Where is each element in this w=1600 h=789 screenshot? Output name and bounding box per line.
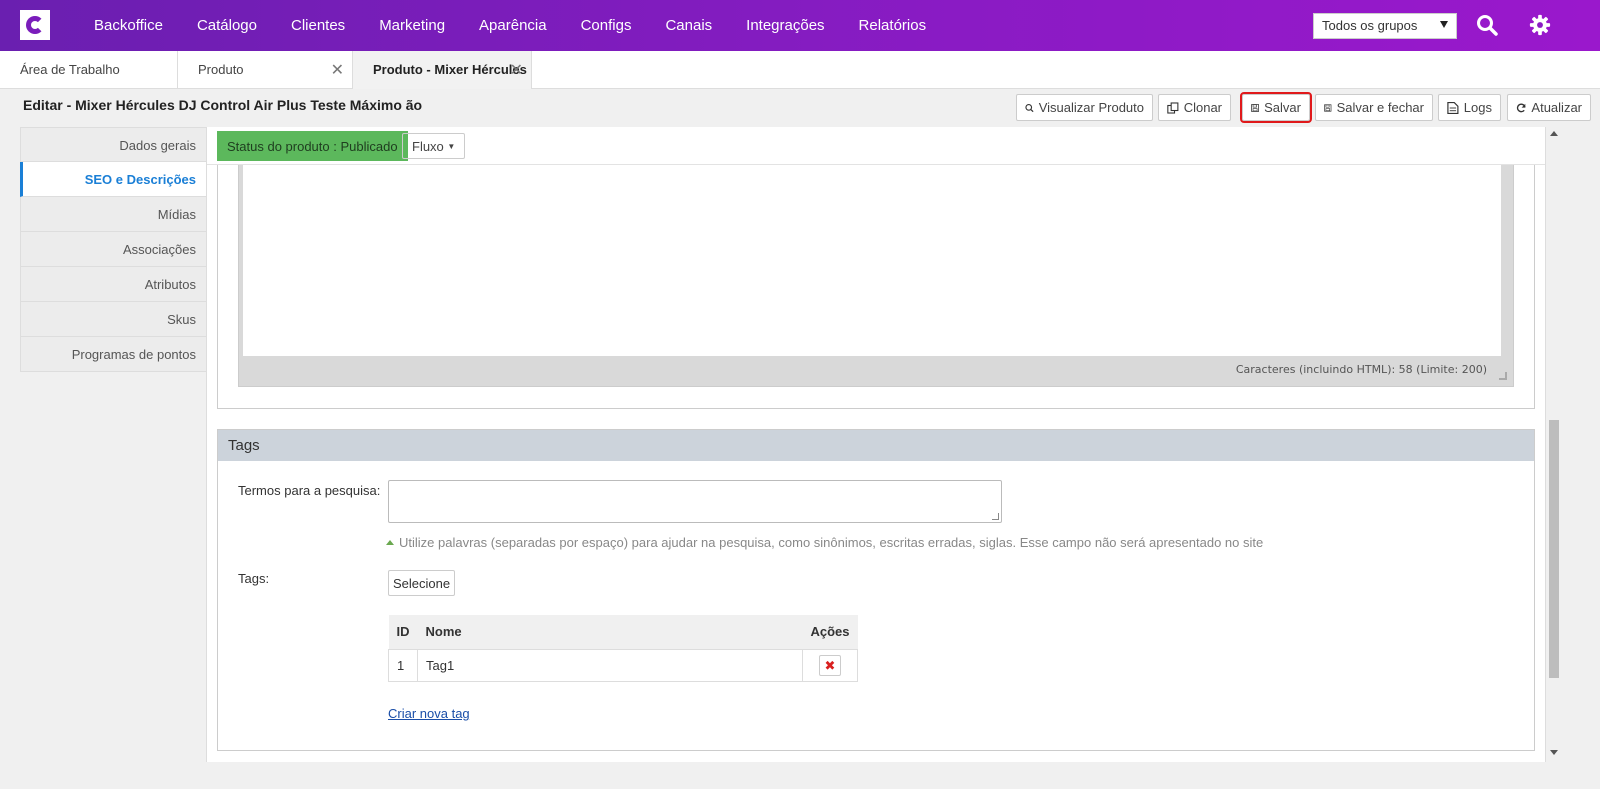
- nav-configs[interactable]: Configs: [564, 17, 649, 34]
- sidebar-item-programas-de-pontos[interactable]: Programas de pontos: [20, 337, 207, 372]
- save-button[interactable]: Salvar: [1240, 92, 1312, 123]
- close-icon[interactable]: ✕: [510, 60, 523, 80]
- hint-text: Utilize palavras (separadas por espaço) …: [399, 535, 1264, 550]
- clone-icon: [1167, 101, 1179, 114]
- gear-icon[interactable]: [1529, 14, 1551, 36]
- nav-backoffice[interactable]: Backoffice: [77, 17, 180, 34]
- logs-label: Logs: [1463, 100, 1492, 115]
- search-icon[interactable]: [1476, 14, 1498, 36]
- flow-label: Fluxo: [412, 139, 444, 154]
- column-header-acoes: Ações: [802, 615, 858, 649]
- nav-aparencia[interactable]: Aparência: [462, 17, 564, 34]
- tab-label: Produto: [198, 62, 244, 77]
- logo-icon[interactable]: [20, 9, 52, 42]
- refresh-icon: [1516, 103, 1526, 112]
- create-new-tag-link[interactable]: Criar nova tag: [388, 706, 470, 721]
- logs-button[interactable]: Logs: [1438, 94, 1501, 121]
- sidebar: Dados gerais SEO e Descrições Mídias Ass…: [20, 127, 207, 372]
- save-label: Salvar: [1264, 100, 1301, 115]
- nav-relatorios[interactable]: Relatórios: [842, 17, 944, 34]
- tag-id: 1: [388, 648, 418, 682]
- triangle-up-icon: [386, 540, 394, 545]
- tab-area-de-trabalho[interactable]: Área de Trabalho: [0, 51, 178, 89]
- resize-grip-icon[interactable]: [992, 513, 999, 520]
- group-select[interactable]: Todos os grupos: [1313, 13, 1457, 39]
- tab-produto-mixer[interactable]: Produto - Mixer Hércules ✕: [353, 51, 532, 89]
- nav-canais[interactable]: Canais: [648, 17, 729, 34]
- search-terms-label: Termos para a pesquisa:: [238, 483, 381, 498]
- search-terms-hint: Utilize palavras (separadas por espaço) …: [386, 535, 1263, 550]
- tab-produto[interactable]: Produto ✕: [178, 51, 353, 89]
- close-icon[interactable]: ✕: [331, 60, 344, 80]
- view-product-button[interactable]: Visualizar Produto: [1016, 94, 1153, 121]
- tab-label: Área de Trabalho: [20, 62, 120, 77]
- tags-section-title: Tags: [218, 430, 1534, 461]
- group-select-value: Todos os grupos: [1322, 18, 1418, 33]
- nav-marketing[interactable]: Marketing: [362, 17, 462, 34]
- scrollbar-thumb[interactable]: [1549, 420, 1559, 678]
- floppy-icon: [1251, 103, 1259, 112]
- table-row: 1 Tag1 ✖: [388, 648, 859, 682]
- status-bar: Status do produto : Publicado Fluxo ▼: [207, 127, 1545, 165]
- resize-grip-icon[interactable]: [1499, 372, 1507, 380]
- tags-table: ID Nome Ações 1 Tag1 ✖: [388, 615, 859, 682]
- clone-label: Clonar: [1183, 100, 1222, 115]
- caret-down-icon: ▼: [447, 142, 456, 151]
- save-and-close-label: Salvar e fechar: [1336, 100, 1424, 115]
- editor-content-area[interactable]: [243, 165, 1501, 356]
- column-header-id: ID: [388, 615, 418, 649]
- clone-button[interactable]: Clonar: [1158, 94, 1231, 121]
- flow-dropdown[interactable]: Fluxo ▼: [402, 133, 466, 159]
- char-count: Caracteres (incluindo HTML): 58 (Limite:…: [1235, 363, 1487, 376]
- select-tags-button[interactable]: Selecione: [388, 570, 456, 596]
- sidebar-item-seo[interactable]: SEO e Descrições: [20, 162, 207, 197]
- caret-down-icon: [1440, 21, 1448, 28]
- sidebar-item-midias[interactable]: Mídias: [20, 197, 207, 232]
- tab-bar: Área de Trabalho Produto ✕ Produto - Mix…: [0, 51, 1600, 89]
- search-terms-input[interactable]: [388, 480, 1002, 523]
- document-icon: [1447, 101, 1459, 114]
- scroll-down-arrow-icon[interactable]: [1550, 750, 1558, 755]
- floppy-icon: [1324, 103, 1332, 112]
- nav-catalogo[interactable]: Catálogo: [180, 17, 274, 34]
- main-panel: Status do produto : Publicado Fluxo ▼ Ca…: [206, 127, 1546, 762]
- description-section: Caracteres (incluindo HTML): 58 (Limite:…: [217, 165, 1535, 409]
- scroll-up-arrow-icon[interactable]: [1550, 131, 1558, 136]
- actions-cell: ✖: [801, 648, 859, 682]
- nav-integracoes[interactable]: Integrações: [729, 17, 841, 34]
- sidebar-item-skus[interactable]: Skus: [20, 302, 207, 337]
- sidebar-item-associacoes[interactable]: Associações: [20, 232, 207, 267]
- tab-label: Produto - Mixer Hércules: [373, 62, 527, 77]
- tags-panel: Tags Termos para a pesquisa: Utilize pal…: [217, 429, 1535, 751]
- delete-icon[interactable]: ✖: [818, 654, 841, 676]
- save-and-close-button[interactable]: Salvar e fechar: [1315, 94, 1433, 121]
- refresh-button[interactable]: Atualizar: [1507, 94, 1591, 121]
- rich-text-editor: Caracteres (incluindo HTML): 58 (Limite:…: [238, 165, 1514, 387]
- sidebar-item-atributos[interactable]: Atributos: [20, 267, 207, 302]
- status-badge: Status do produto : Publicado: [217, 131, 408, 161]
- sidebar-item-dados-gerais[interactable]: Dados gerais: [20, 127, 207, 162]
- page-title: Editar - Mixer Hércules DJ Control Air P…: [23, 97, 423, 113]
- view-product-label: Visualizar Produto: [1038, 100, 1144, 115]
- tag-name: Tag1: [417, 648, 803, 682]
- column-header-nome: Nome: [417, 615, 803, 649]
- refresh-label: Atualizar: [1531, 100, 1582, 115]
- search-icon: [1025, 103, 1034, 112]
- tags-label: Tags:: [238, 571, 270, 586]
- nav-clientes[interactable]: Clientes: [274, 17, 362, 34]
